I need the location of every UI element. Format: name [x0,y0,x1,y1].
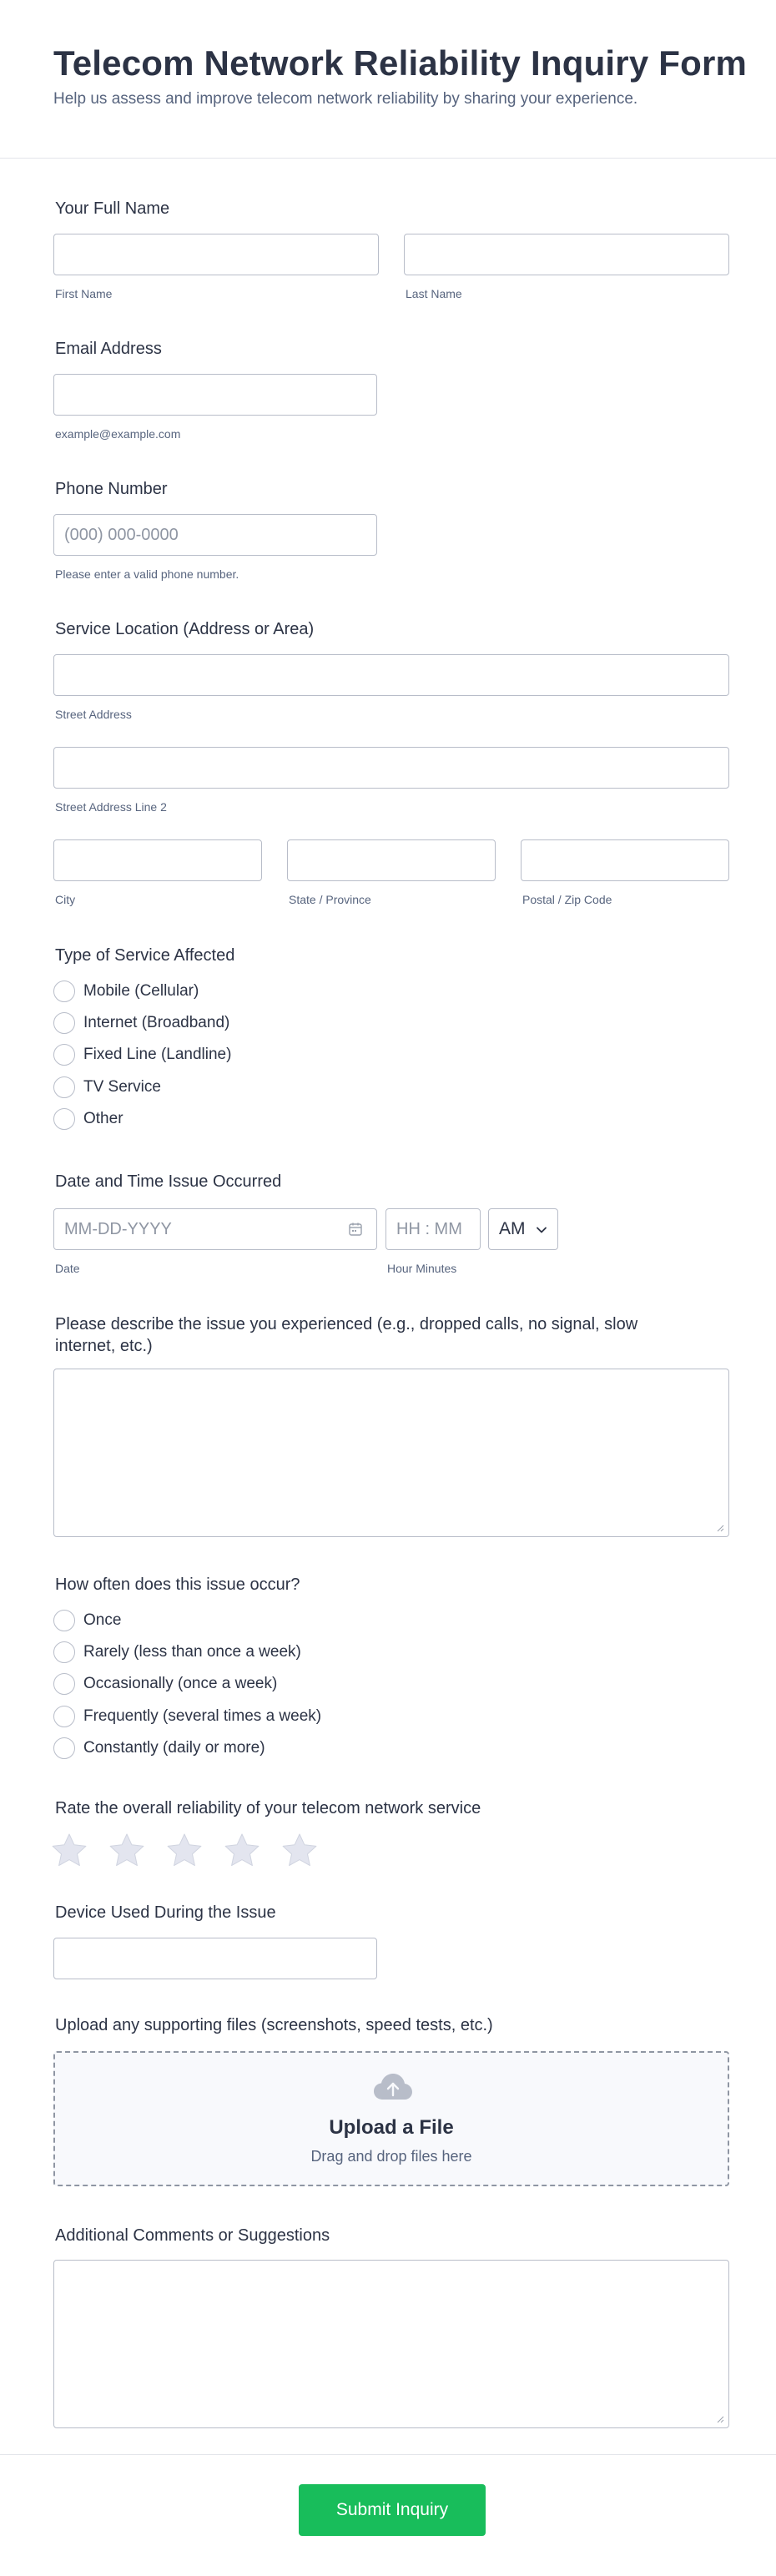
datetime-label: Date and Time Issue Occurred [55,1172,282,1191]
radio-label: TV Service [83,1078,161,1096]
radio-button[interactable] [53,1108,75,1130]
footer-divider [0,2454,776,2455]
street-address-line2-sublabel: Street Address Line 2 [55,800,167,814]
address-label: Service Location (Address or Area) [55,620,315,638]
postal-code-sublabel: Postal / Zip Code [522,893,612,906]
resize-handle-icon[interactable] [716,2415,724,2423]
first-name-sublabel: First Name [55,287,113,300]
service-type-option[interactable]: Other [53,1107,123,1131]
radio-button[interactable] [53,1044,75,1066]
frequency-option[interactable]: Frequently (several times a week) [53,1705,321,1728]
frequency-option[interactable]: Once [53,1609,121,1632]
form-header: Telecom Network Reliability Inquiry Form… [0,0,776,159]
calendar-icon[interactable] [348,1222,363,1237]
service-type-label: Type of Service Affected [55,946,235,965]
radio-label: Once [83,1611,122,1629]
service-type-option[interactable]: Mobile (Cellular) [53,980,199,1003]
radio-button[interactable] [53,1641,75,1663]
radio-button[interactable] [53,1610,75,1631]
device-input[interactable] [53,1938,377,1979]
first-name-input[interactable] [53,234,379,275]
email-sublabel: example@example.com [55,427,181,441]
radio-button[interactable] [53,1076,75,1098]
issue-description-label: Please describe the issue you experience… [55,1315,638,1355]
page-subtitle: Help us assess and improve telecom netwo… [53,90,638,108]
service-type-option[interactable]: TV Service [53,1076,161,1099]
date-input[interactable] [53,1208,377,1250]
resize-handle-icon[interactable] [716,1524,724,1532]
time-input[interactable] [385,1208,481,1250]
radio-button[interactable] [53,980,75,1002]
file-upload-dropzone[interactable]: Upload a File Drag and drop files here [53,2051,729,2186]
cloud-upload-icon [374,2074,412,2100]
frequency-option[interactable]: Constantly (daily or more) [53,1737,265,1760]
ampm-value: AM [499,1219,526,1238]
full-name-label: Your Full Name [55,199,170,218]
radio-label: Fixed Line (Landline) [83,1046,232,1063]
star-icon[interactable] [224,1832,260,1868]
radio-button[interactable] [53,1737,75,1759]
phone-input[interactable] [53,514,377,556]
radio-label: Rarely (less than once a week) [83,1643,301,1661]
radio-label: Constantly (daily or more) [83,1739,265,1757]
last-name-input[interactable] [404,234,729,275]
state-sublabel: State / Province [289,893,371,906]
street-address-input[interactable] [53,654,729,696]
state-input[interactable] [287,839,496,881]
rating-label: Rate the overall reliability of your tel… [55,1799,481,1817]
frequency-option[interactable]: Occasionally (once a week) [53,1672,277,1696]
postal-code-input[interactable] [521,839,729,881]
city-input[interactable] [53,839,262,881]
issue-description-textarea[interactable] [53,1369,729,1537]
star-icon[interactable] [281,1832,318,1868]
service-type-option[interactable]: Fixed Line (Landline) [53,1043,231,1066]
email-label: Email Address [55,340,162,358]
street-address-line2-input[interactable] [53,747,729,789]
email-field[interactable] [53,374,377,416]
last-name-sublabel: Last Name [406,287,462,300]
radio-label: Internet (Broadband) [83,1014,230,1031]
phone-sublabel: Please enter a valid phone number. [55,567,239,581]
radio-button[interactable] [53,1706,75,1727]
city-sublabel: City [55,893,76,906]
service-type-option[interactable]: Internet (Broadband) [53,1011,229,1035]
device-label: Device Used During the Issue [55,1903,276,1922]
chevron-down-icon [537,1227,547,1233]
star-icon[interactable] [108,1832,145,1868]
radio-button[interactable] [53,1673,75,1695]
radio-button[interactable] [53,1012,75,1034]
radio-label: Frequently (several times a week) [83,1707,322,1725]
star-icon[interactable] [166,1832,203,1868]
frequency-label: How often does this issue occur? [55,1575,300,1594]
radio-label: Other [83,1110,123,1127]
comments-textarea[interactable] [53,2260,729,2428]
page-title: Telecom Network Reliability Inquiry Form [53,43,748,83]
radio-label: Mobile (Cellular) [83,982,199,1000]
submit-button[interactable]: Submit Inquiry [299,2484,486,2536]
comments-label: Additional Comments or Suggestions [55,2226,330,2245]
street-address-sublabel: Street Address [55,708,132,721]
phone-label: Phone Number [55,480,168,498]
star-icon[interactable] [51,1832,88,1868]
upload-title: Upload a File [329,2116,454,2139]
upload-label: Upload any supporting files (screenshots… [55,2016,493,2034]
ampm-select[interactable]: AM [488,1208,558,1250]
time-sublabel: Hour Minutes [387,1262,457,1275]
radio-label: Occasionally (once a week) [83,1675,278,1692]
date-sublabel: Date [55,1262,80,1275]
frequency-option[interactable]: Rarely (less than once a week) [53,1641,301,1664]
upload-subtitle: Drag and drop files here [310,2148,472,2165]
